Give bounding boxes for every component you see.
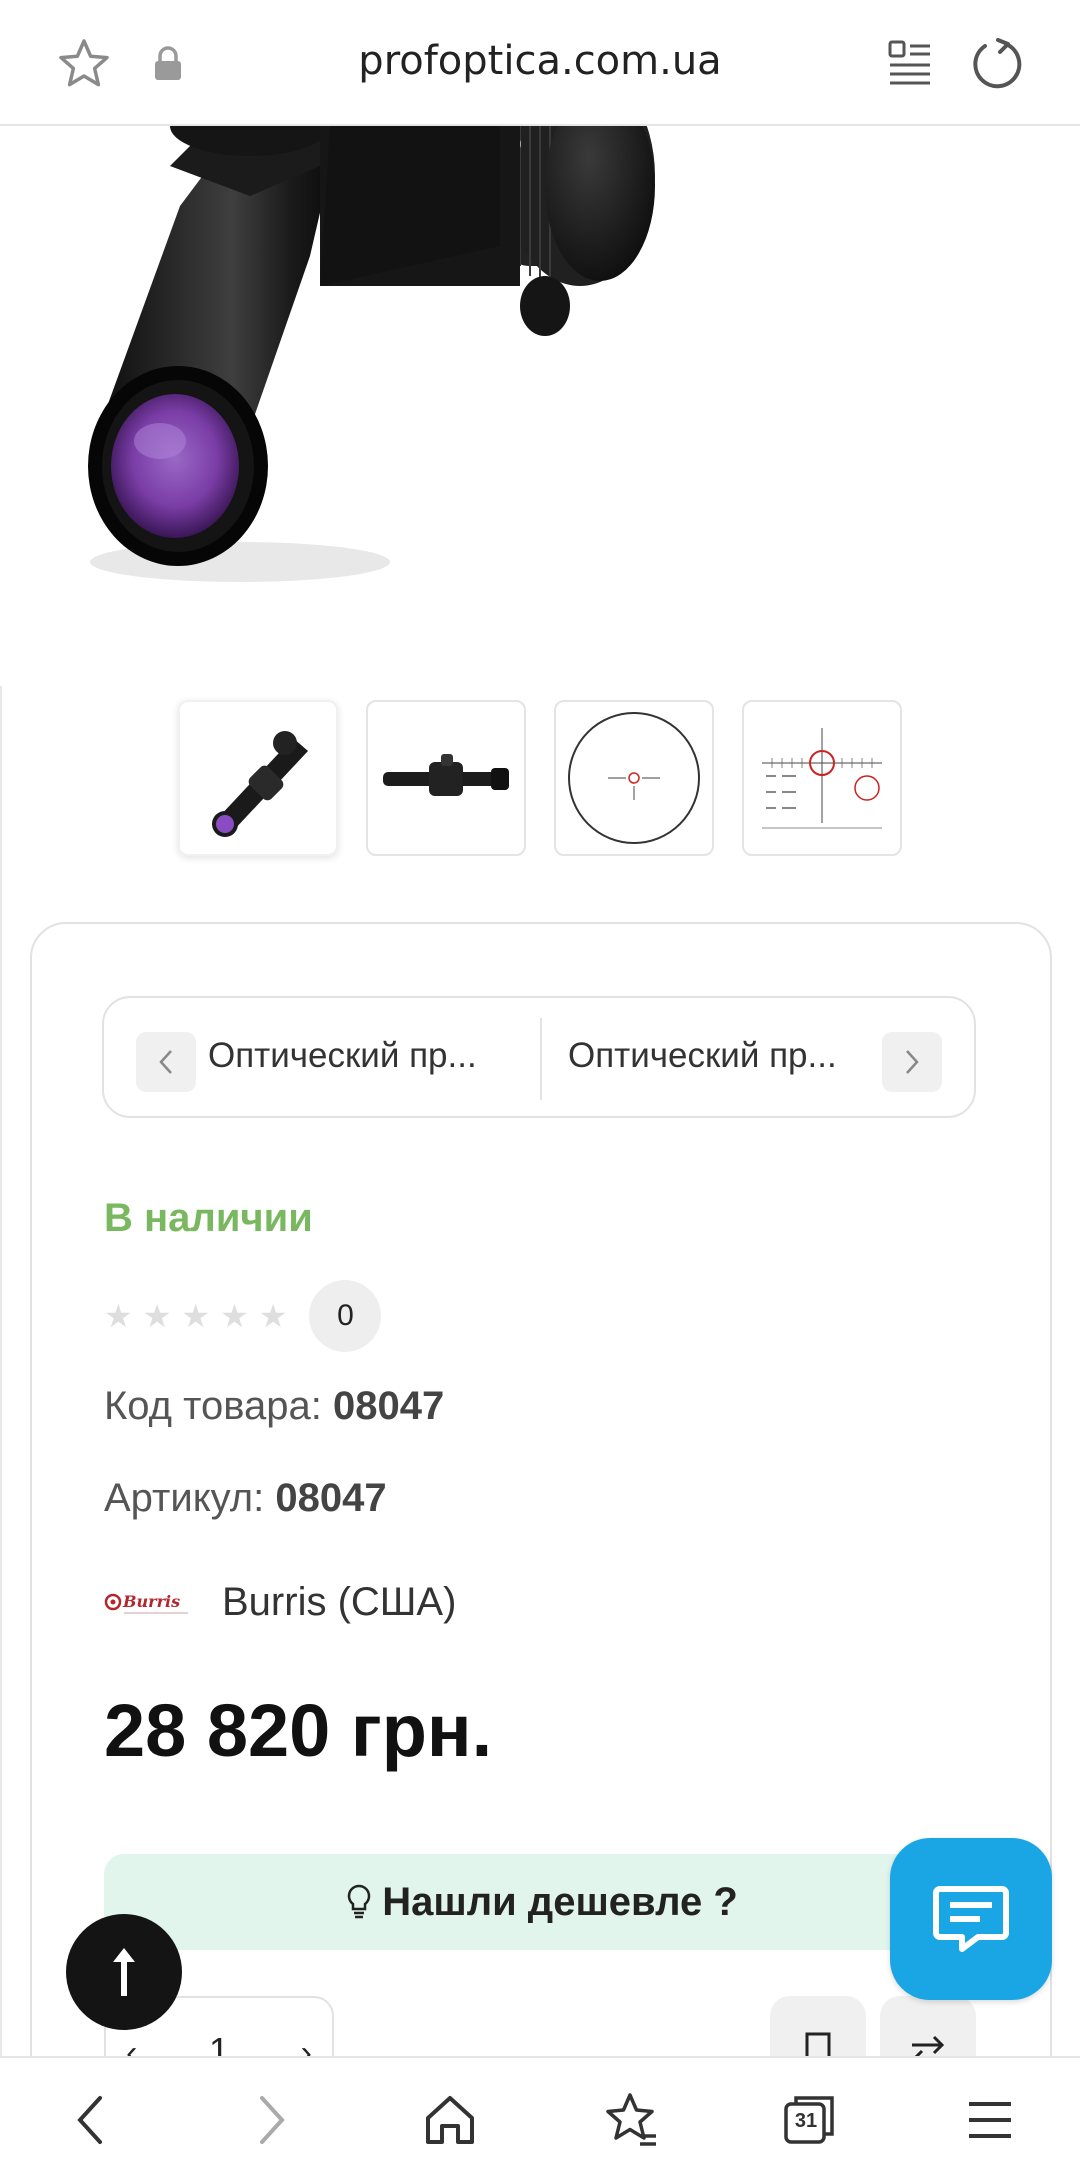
rating-stars[interactable]: ★ ★ ★ ★ ★ (104, 1300, 287, 1332)
reticle-diagram-icon (762, 728, 882, 829)
reload-icon[interactable] (970, 36, 1024, 90)
review-count-badge[interactable]: 0 (309, 1280, 382, 1352)
reticle-icon (568, 712, 700, 844)
star-icon[interactable]: ★ (181, 1300, 210, 1332)
svg-text:Burris: Burris (122, 1592, 180, 1611)
variant-divider (540, 1018, 542, 1100)
scope-angle-icon (212, 731, 308, 837)
thumbnail-reticle[interactable] (554, 700, 714, 856)
found-cheaper-button[interactable]: Нашли дешевле ? (104, 1854, 980, 1950)
star-icon[interactable]: ★ (143, 1300, 172, 1332)
tab-count: 31 (794, 2110, 818, 2132)
product-rating: ★ ★ ★ ★ ★ 0 (104, 1280, 382, 1352)
product-sku: Артикул: 08047 (104, 1476, 387, 1521)
chat-bubble-icon (933, 1886, 1009, 1952)
browser-top-bar: profoptica.com.ua (0, 0, 1080, 126)
brand-name[interactable]: Burris (США) (222, 1580, 456, 1625)
forward-button[interactable] (240, 2088, 304, 2152)
thumbnail-reticle-diagram[interactable] (742, 700, 902, 856)
product-main-image[interactable]: 9 · (0, 126, 1080, 686)
reader-mode-icon[interactable] (888, 38, 932, 86)
product-code-value: 08047 (333, 1384, 445, 1428)
bookmarks-button[interactable] (598, 2088, 662, 2152)
back-arrow-icon (77, 2096, 102, 2144)
thumbnail-strip (178, 700, 902, 856)
variant-switcher: Оптический пр... Оптический пр... (102, 996, 976, 1118)
star-icon[interactable]: ★ (220, 1300, 249, 1332)
variant-next-button[interactable] (882, 1032, 942, 1092)
scope-side-icon (383, 754, 509, 796)
tabs-button[interactable]: 31 (778, 2088, 842, 2152)
lightbulb-icon (347, 1884, 371, 1919)
hamburger-menu-icon (969, 2102, 1011, 2138)
brand-logo[interactable]: Burris (104, 1566, 192, 1638)
home-button[interactable] (418, 2088, 482, 2152)
chat-button[interactable] (890, 1838, 1052, 2000)
riflescope-image: 9 · (88, 126, 655, 582)
chevron-right-icon (906, 1050, 919, 1074)
arrow-up-icon (113, 1948, 135, 1996)
variant-next-label[interactable]: Оптический пр... (568, 1036, 837, 1076)
scroll-to-top-button[interactable] (66, 1914, 182, 2030)
product-sku-label: Артикул: (104, 1476, 265, 1520)
home-icon (426, 2096, 474, 2144)
burris-logo-icon: Burris (104, 1592, 188, 1614)
star-icon[interactable]: ★ (104, 1300, 133, 1332)
forward-arrow-icon (260, 2096, 285, 2144)
found-cheaper-label: Нашли дешевле ? (382, 1879, 738, 1924)
thumbnail-scope-side[interactable] (366, 700, 526, 856)
back-button[interactable] (58, 2088, 122, 2152)
bookmarks-star-icon (606, 2093, 656, 2146)
product-code-label: Код товара: (104, 1384, 322, 1428)
star-icon[interactable]: ★ (259, 1300, 288, 1332)
thumbnail-scope-angle[interactable] (178, 700, 338, 856)
product-price: 28 820 грн. (104, 1689, 493, 1772)
variant-prev-button[interactable] (136, 1032, 196, 1092)
menu-button[interactable] (958, 2088, 1022, 2152)
chevron-left-icon (159, 1050, 172, 1074)
stock-status: В наличии (104, 1196, 313, 1240)
variant-prev-label[interactable]: Оптический пр... (208, 1036, 477, 1076)
product-sku-value: 08047 (275, 1476, 387, 1520)
product-code: Код товара: 08047 (104, 1384, 444, 1429)
brand-row[interactable]: Burris Burris (США) (104, 1566, 456, 1638)
browser-bottom-bar: 31 (0, 2056, 1080, 2183)
